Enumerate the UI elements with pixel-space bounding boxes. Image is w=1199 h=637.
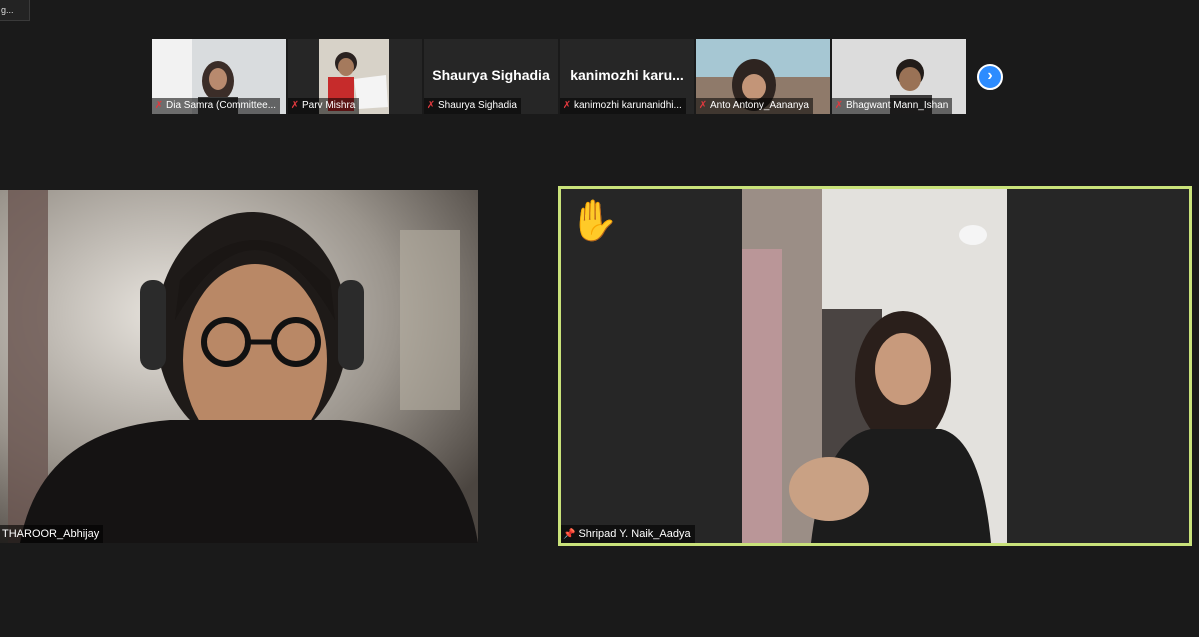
participant-name: ✗ Bhagwant Mann_Ishan (832, 98, 953, 114)
mic-muted-icon: ✗ (290, 100, 300, 111)
window-title-fragment: g... (0, 0, 30, 21)
next-page-button[interactable]: › (977, 64, 1003, 90)
participant-video (742, 189, 1007, 543)
mic-muted-icon: ✗ (426, 100, 436, 111)
participant-thumb[interactable]: ✗ Anto Antony_Aananya (696, 39, 830, 114)
participant-display-name: kanimozhi karu... (570, 67, 684, 83)
video-tile-left[interactable]: THAROOR_Abhijay (0, 190, 478, 543)
mic-muted-icon: ✗ (562, 100, 572, 111)
chevron-right-icon: › (987, 67, 993, 84)
participant-thumb[interactable]: ✗ Bhagwant Mann_Ishan (832, 39, 966, 114)
video-tile-right-active[interactable]: ✋ 📌 Shripad Y. Naik_Aadya (558, 186, 1192, 546)
mic-muted-icon: ✗ (154, 100, 164, 111)
participant-thumb[interactable]: Shaurya Sighadia ✗ Shaurya Sighadia (424, 39, 558, 114)
participant-thumb[interactable]: ✗ Parv Mishra (288, 39, 422, 114)
pin-icon: 📌 (563, 529, 576, 540)
participant-thumb[interactable]: kanimozhi karu... ✗ kanimozhi karunanidhi… (560, 39, 694, 114)
participant-name: ✗ Dia Samra (Committee... (152, 98, 281, 114)
participant-name-label: 📌 Shripad Y. Naik_Aadya (561, 525, 695, 543)
participant-name: ✗ Shaurya Sighadia (424, 98, 521, 114)
participant-display-name: Shaurya Sighadia (432, 67, 550, 83)
participant-name: ✗ Anto Antony_Aananya (696, 98, 813, 114)
participant-name: ✗ Parv Mishra (288, 98, 360, 114)
participant-name-label: THAROOR_Abhijay (0, 525, 104, 543)
mic-muted-icon: ✗ (834, 100, 844, 111)
participant-video (0, 190, 478, 543)
participant-name: ✗ kanimozhi karunanidhi... (560, 98, 686, 114)
participant-thumb[interactable]: ✗ Dia Samra (Committee... (152, 39, 286, 114)
raised-hand-icon: ✋ (569, 199, 619, 243)
mic-muted-icon: ✗ (698, 100, 708, 111)
